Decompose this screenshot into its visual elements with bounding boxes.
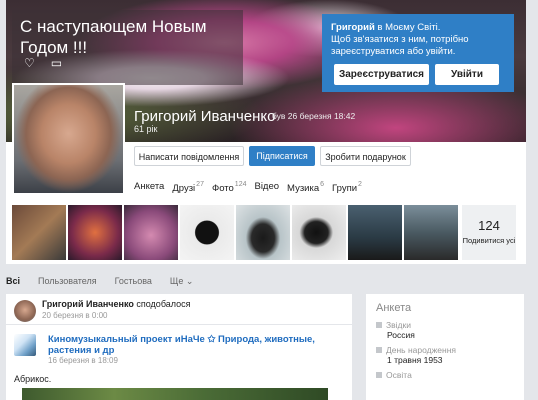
login-prompt-line1: в Моєму Світі. [374,22,441,33]
photo-strip [12,205,458,260]
login-button[interactable]: Увійти [435,64,499,85]
feed-tabs: Всі Пользователя Гостьова Ще ⌄ [6,276,193,287]
divider [6,324,352,325]
status-actions: ♡ ▭ [24,56,62,70]
avatar[interactable] [14,300,36,322]
photo-thumbnail[interactable] [12,205,66,260]
education-label: Освіта [376,370,514,380]
login-prompt: Григорий в Моєму Світі. Щоб зв'язатися з… [322,14,514,92]
tab-about[interactable]: Анкета [134,181,164,194]
profile-tabs: Анкета Друзі27 Фото124 Відео Музика6 Гру… [134,181,362,194]
last-seen: був 26 березня 18:42 [272,111,356,121]
birthday-value: 1 травня 1953 [387,355,443,365]
profile-age: 61 рік [134,124,158,134]
feed-item-header: Григорий Иванченко сподобалося [42,299,191,309]
login-prompt-name: Григорий [331,22,375,33]
photo-thumbnail[interactable] [68,205,122,260]
tab-video[interactable]: Відео [254,181,279,194]
photo-thumbnail[interactable] [236,205,290,260]
write-message-button[interactable]: Написати повідомлення [134,146,244,166]
heart-icon[interactable]: ♡ [24,56,35,70]
square-icon [376,372,382,378]
photo-count: 124 [478,218,500,233]
photo-thumbnail[interactable] [180,205,234,260]
comment-icon[interactable]: ▭ [51,56,62,70]
origin-label: Звідки [376,320,514,330]
tab-guestbook[interactable]: Гостьова [115,276,152,287]
feed-date: 20 березня в 0:00 [42,311,108,320]
tab-groups[interactable]: Групи2 [332,181,362,194]
photo-thumbnail[interactable] [404,205,458,260]
photo-thumbnail[interactable] [292,205,346,260]
tab-user[interactable]: Пользователя [38,276,97,287]
about-panel: Анкета Звідки Россия День народження 1 т… [366,294,524,400]
post-image[interactable] [22,388,328,400]
photo-thumbnail[interactable] [348,205,402,260]
status-box: С наступающем Новым Годом !!! [12,10,243,85]
tab-music[interactable]: Музика6 [287,181,324,194]
feed-date: 16 березня в 18:09 [48,356,118,365]
chevron-down-icon: ⌄ [185,276,194,286]
subscribe-button[interactable]: Підписатися [249,146,315,166]
tab-all[interactable]: Всі [6,276,20,287]
profile-name: Григорий Иванченко [134,108,276,125]
login-buttons: Зареєструватися Увійти [334,64,499,85]
feed-action: сподобалося [136,299,191,309]
feed-author[interactable]: Григорий Иванченко [42,299,134,309]
post-text: Абрикос. [14,374,52,384]
login-prompt-text: Григорий в Моєму Світі. Щоб зв'язатися з… [331,22,505,58]
avatar[interactable] [12,83,125,195]
origin-value: Россия [387,330,415,340]
feed: Григорий Иванченко сподобалося 20 березн… [6,294,352,400]
group-title-link[interactable]: Киномузыкальный проект иНаЧе ✩ Природа, … [48,334,328,356]
gift-button[interactable]: Зробити подарунок [320,146,411,166]
status-text: С наступающем Новым Годом !!! [20,17,207,57]
tab-friends[interactable]: Друзі27 [172,181,204,194]
square-icon [376,347,382,353]
login-prompt-line2: Щоб зв'язатися з ним, потрібно зареєстру… [331,34,469,57]
birthday-label: День народження [376,345,514,355]
tab-more[interactable]: Ще ⌄ [170,276,194,287]
group-avatar[interactable] [14,334,36,356]
view-all-label: Подивитися усі [462,236,516,245]
register-button[interactable]: Зареєструватися [334,64,429,85]
square-icon [376,322,382,328]
tab-photos[interactable]: Фото124 [212,181,247,194]
view-all-photos-tile[interactable]: 124 Подивитися усі [462,205,516,260]
photo-thumbnail[interactable] [124,205,178,260]
about-title: Анкета [376,302,412,314]
